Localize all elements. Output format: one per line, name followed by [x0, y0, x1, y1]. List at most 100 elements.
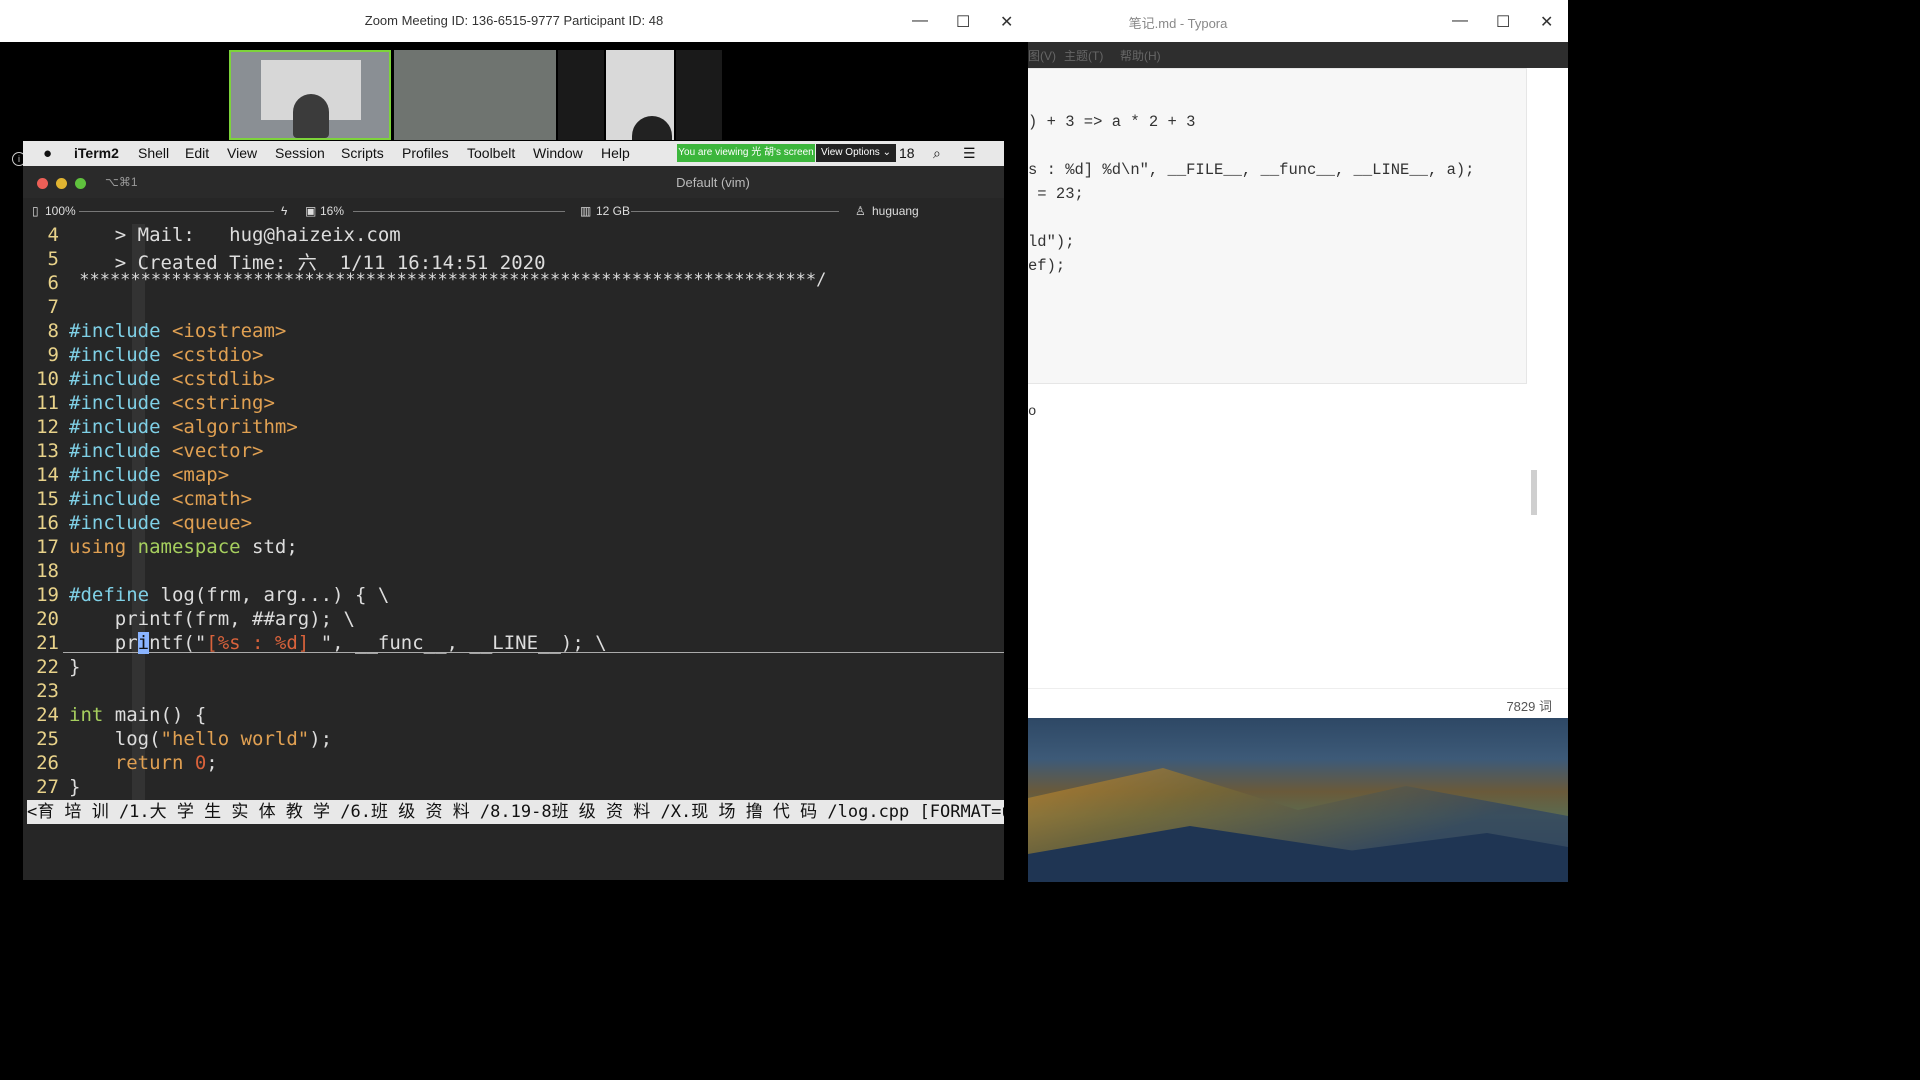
- cpu-icon: ▣: [305, 204, 317, 218]
- close-icon[interactable]: ✕: [1540, 12, 1553, 32]
- header-name: <cstring>: [160, 392, 275, 414]
- maximize-icon[interactable]: ☐: [956, 12, 970, 32]
- code-line: #include <vector>: [69, 440, 263, 462]
- code-segment: ntf(": [149, 632, 207, 654]
- memory-graph: [631, 211, 839, 212]
- code-line: printf(frm, ##arg); \: [69, 608, 355, 630]
- line-number: 21: [36, 632, 59, 654]
- scrollbar-thumb[interactable]: [1531, 470, 1537, 515]
- menu-scripts[interactable]: Scripts: [341, 145, 384, 161]
- line-number: 18: [36, 560, 59, 582]
- header-name: <queue>: [160, 512, 253, 534]
- iterm-window: ⌥⌘1 Default (vim) ▯ 100% ϟ ▣ 16% ▥ 12 GB…: [23, 166, 1004, 880]
- notification-center-icon[interactable]: ☰: [963, 145, 976, 162]
- desktop-wallpaper: [1028, 718, 1568, 882]
- participant-video[interactable]: [394, 50, 556, 140]
- line-number: 7: [47, 296, 59, 318]
- menu-profiles[interactable]: Profiles: [402, 145, 449, 161]
- menu-window[interactable]: Window: [533, 145, 583, 161]
- paragraph-fragment: o: [1028, 404, 1037, 420]
- code-line: #include <cmath>: [69, 488, 252, 510]
- line-number: 23: [36, 680, 59, 702]
- view-options-button[interactable]: View Options ⌄: [816, 144, 896, 162]
- spotlight-search-icon[interactable]: ⌕: [933, 145, 941, 162]
- code-line: > Mail: hug@haizeix.com: [69, 224, 401, 246]
- zoom-title: Zoom Meeting ID: 136-6515-9777 Participa…: [364, 13, 664, 28]
- code-segment: pr: [69, 632, 138, 654]
- user-icon: ♙: [855, 204, 866, 218]
- header-name: <cmath>: [160, 488, 253, 510]
- code-block[interactable]: ) + 3 => a * 2 + 3 s : %d] %d\n", __FILE…: [1028, 68, 1527, 384]
- type-keyword: int: [69, 704, 104, 726]
- line-number: 14: [36, 464, 59, 486]
- code-segment: log(: [69, 728, 161, 750]
- code-line: }: [69, 656, 81, 678]
- participant-video-active[interactable]: [229, 50, 391, 140]
- typora-window: 笔记.md - Typora — ☐ ✕ 图(V) 主题(T) 帮助(H) ) …: [1028, 0, 1568, 719]
- code-line: ) + 3 => a * 2 + 3: [1028, 113, 1196, 131]
- code-line: ef);: [1028, 257, 1066, 275]
- preprocessor: #include: [69, 392, 161, 414]
- line-number: 16: [36, 512, 59, 534]
- menu-help[interactable]: 帮助(H): [1120, 47, 1161, 64]
- memory-usage: 12 GB: [596, 204, 631, 218]
- code-line: printf("[%s : %d] ", __func__, __LINE__)…: [69, 632, 607, 654]
- person-silhouette: [632, 116, 672, 140]
- string-literal: [%s : %d]: [206, 632, 321, 654]
- macro-body: log(frm, arg...) { \: [149, 584, 390, 606]
- preprocessor: #include: [69, 488, 161, 510]
- code-line: ld");: [1028, 233, 1075, 251]
- menu-edit[interactable]: Edit: [185, 145, 209, 161]
- typora-menubar: 图(V) 主题(T) 帮助(H): [1028, 42, 1568, 68]
- menu-help[interactable]: Help: [601, 145, 630, 161]
- minimize-icon[interactable]: —: [1452, 12, 1468, 30]
- number-literal: 0: [183, 752, 207, 774]
- battery-graph: [79, 211, 274, 212]
- code-line: return 0;: [69, 752, 218, 774]
- code-segment: );: [309, 728, 333, 750]
- cpu-usage: 16%: [320, 204, 345, 218]
- participant-video[interactable]: [606, 50, 674, 140]
- window-title: Default (vim): [676, 175, 750, 190]
- preprocessor: #include: [69, 368, 161, 390]
- menu-shell[interactable]: Shell: [138, 145, 169, 161]
- menu-toolbelt[interactable]: Toolbelt: [467, 145, 515, 161]
- line-number: 17: [36, 536, 59, 558]
- code-line: ****************************************…: [69, 270, 827, 290]
- line-number: 12: [36, 416, 59, 438]
- line-number: 26: [36, 752, 59, 774]
- zoom-titlebar: Zoom Meeting ID: 136-6515-9777 Participa…: [0, 0, 1028, 42]
- text-cursor: i: [137, 632, 150, 654]
- line-number: 24: [36, 704, 59, 726]
- code-line: #include <iostream>: [69, 320, 286, 342]
- charging-icon: ϟ: [281, 204, 288, 218]
- word-count[interactable]: 7829 词: [1506, 696, 1552, 715]
- header-name: <map>: [160, 464, 230, 486]
- menu-iterm2[interactable]: iTerm2: [74, 145, 119, 161]
- menu-session[interactable]: Session: [275, 145, 325, 161]
- participant-video[interactable]: [558, 50, 604, 140]
- minimize-icon[interactable]: —: [912, 12, 928, 30]
- vim-buffer[interactable]: 4 > Mail: hug@haizeix.com 5 > Created Ti…: [23, 224, 1004, 844]
- menu-theme[interactable]: 主题(T): [1064, 47, 1103, 64]
- apple-icon[interactable]: ●: [43, 145, 52, 162]
- keyword-namespace: namespace: [126, 536, 241, 558]
- line-number: 5: [47, 248, 59, 270]
- menu-view[interactable]: 图(V): [1028, 47, 1056, 64]
- close-icon[interactable]: ✕: [1000, 12, 1013, 32]
- screen-share-banner: You are viewing 光 胡's screen: [677, 144, 815, 162]
- keyword-using: using: [69, 536, 127, 558]
- menu-view[interactable]: View: [227, 145, 257, 161]
- line-number: 19: [36, 584, 59, 606]
- code-line: #include <cstdio>: [69, 344, 263, 366]
- participant-video[interactable]: [676, 50, 722, 140]
- code-line: #include <map>: [69, 464, 229, 486]
- code-line: #include <cstring>: [69, 392, 275, 414]
- header-name: <vector>: [160, 440, 264, 462]
- vim-statusline: <育 培 训 /1.大 学 生 实 体 教 学 /6.班 级 资 料 /8.19…: [27, 800, 1004, 824]
- typora-editor[interactable]: ) + 3 => a * 2 + 3 s : %d] %d\n", __FILE…: [1028, 68, 1568, 688]
- preprocessor: #include: [69, 416, 161, 438]
- maximize-icon[interactable]: ☐: [1496, 12, 1510, 32]
- code-line: #include <algorithm>: [69, 416, 298, 438]
- clock-fragment: 18: [899, 145, 915, 161]
